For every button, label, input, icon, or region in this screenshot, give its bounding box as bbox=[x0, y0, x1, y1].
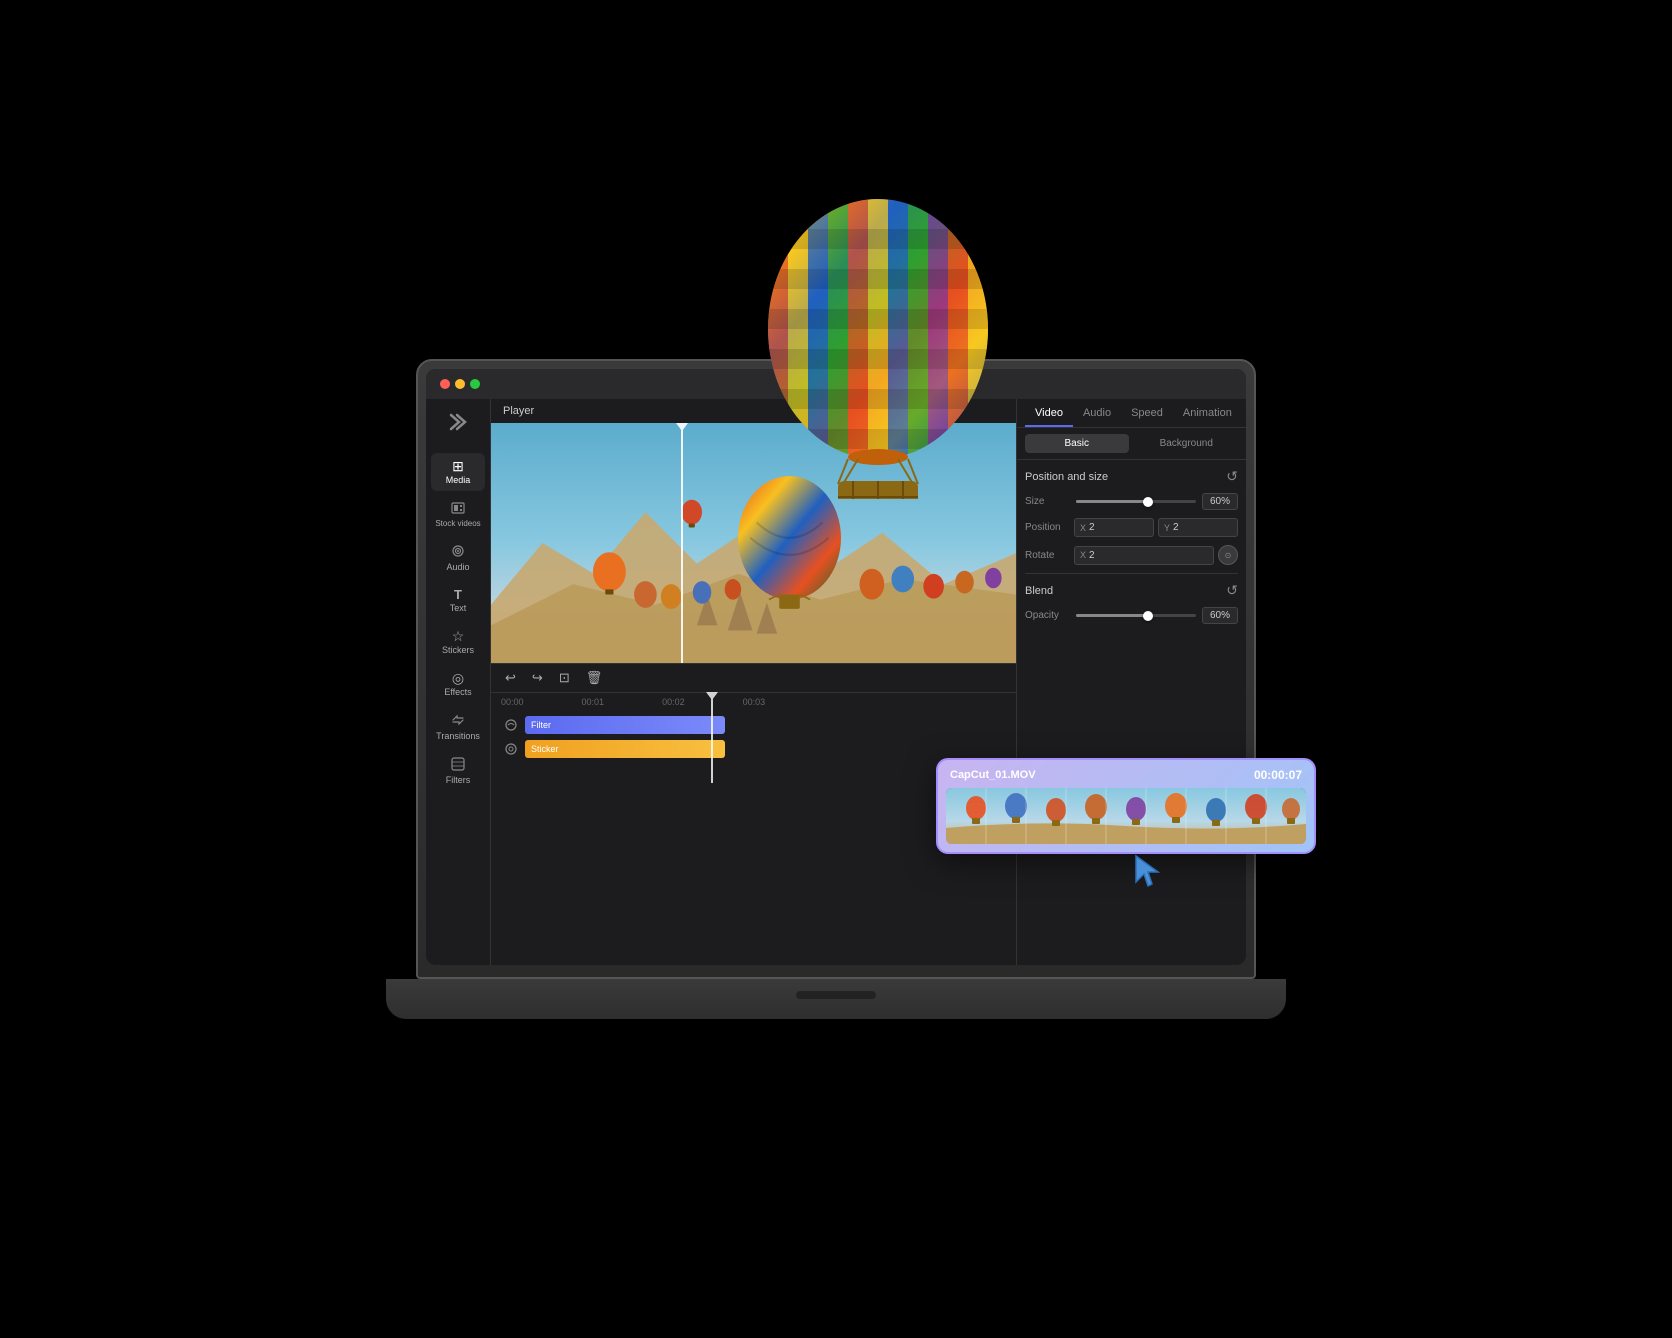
audio-icon bbox=[451, 544, 465, 560]
position-size-section: Position and size ↺ bbox=[1025, 468, 1238, 485]
sticker-track-icon bbox=[501, 739, 521, 759]
stickers-icon: ☆ bbox=[452, 629, 465, 643]
compass-button[interactable]: ⊙ bbox=[1218, 545, 1238, 565]
sidebar-label-media: Media bbox=[446, 475, 471, 485]
sidebar-label-effects: Effects bbox=[444, 687, 471, 697]
panel-subtabs: Basic Background bbox=[1017, 428, 1246, 460]
minimize-button[interactable] bbox=[455, 379, 465, 389]
player-scene bbox=[491, 423, 1016, 663]
sidebar-label-text: Text bbox=[450, 603, 467, 613]
position-size-title: Position and size bbox=[1025, 471, 1108, 483]
sidebar-label-stickers: Stickers bbox=[442, 645, 474, 655]
maximize-button[interactable] bbox=[470, 379, 480, 389]
transitions-icon bbox=[451, 713, 465, 729]
rotate-label: Rotate bbox=[1025, 550, 1070, 561]
timeline-ruler: 00:00 00:01 00:02 00:03 bbox=[491, 693, 1016, 711]
sticker-track-row: Sticker bbox=[501, 739, 1006, 759]
subtab-basic[interactable]: Basic bbox=[1025, 434, 1129, 453]
tab-animation[interactable]: Animation bbox=[1173, 399, 1242, 427]
sticker-track[interactable]: Sticker bbox=[525, 740, 725, 758]
popup-filename: CapCut_01.MOV bbox=[950, 769, 1036, 781]
position-x-field[interactable]: X 2 bbox=[1074, 518, 1154, 537]
text-icon: T bbox=[454, 588, 462, 601]
sidebar-item-stock-videos[interactable]: Stock videos bbox=[431, 495, 485, 534]
popup-filmstrip bbox=[946, 788, 1306, 844]
redo-button[interactable]: ↪ bbox=[528, 668, 547, 688]
opacity-label: Opacity bbox=[1025, 610, 1070, 621]
filter-track-icon bbox=[501, 715, 521, 735]
player-header: Player bbox=[491, 399, 1016, 423]
popup-timestamp: 00:00:07 bbox=[1254, 768, 1302, 782]
effects-icon: ◎ bbox=[452, 671, 464, 685]
media-icon: ⊞ bbox=[452, 459, 464, 473]
opacity-value[interactable]: 60% bbox=[1202, 607, 1238, 624]
timeline-toolbar: ↩ ↪ ⊡ 🗑 bbox=[491, 664, 1016, 693]
popup-card: CapCut_01.MOV 00:00:07 bbox=[936, 758, 1316, 854]
blend-reset[interactable]: ↺ bbox=[1226, 582, 1238, 599]
sidebar-label-audio: Audio bbox=[446, 562, 469, 572]
subtab-background[interactable]: Background bbox=[1135, 434, 1239, 453]
rotate-x-value: 2 bbox=[1089, 550, 1095, 561]
time-marker-2: 00:02 bbox=[662, 697, 685, 707]
filter-track-label: Filter bbox=[531, 720, 551, 730]
filters-icon bbox=[451, 757, 465, 773]
sidebar-item-audio[interactable]: Audio bbox=[431, 538, 485, 578]
position-y-field[interactable]: Y 2 bbox=[1158, 518, 1238, 537]
position-y-value: 2 bbox=[1173, 522, 1179, 533]
tab-audio[interactable]: Audio bbox=[1073, 399, 1121, 427]
popup-header: CapCut_01.MOV 00:00:07 bbox=[946, 768, 1306, 782]
player-title: Player bbox=[503, 405, 534, 417]
sidebar-item-text[interactable]: T Text bbox=[431, 582, 485, 619]
traffic-lights bbox=[440, 379, 480, 389]
time-marker-3: 00:03 bbox=[743, 697, 766, 707]
tab-video[interactable]: Video bbox=[1025, 399, 1073, 427]
sticker-track-label: Sticker bbox=[531, 744, 559, 754]
time-marker-1: 00:01 bbox=[582, 697, 605, 707]
filter-track-row: Filter bbox=[501, 715, 1006, 735]
rotate-x-field[interactable]: X 2 bbox=[1074, 546, 1214, 565]
sidebar-label-stock: Stock videos bbox=[435, 519, 480, 528]
close-button[interactable] bbox=[440, 379, 450, 389]
laptop-notch bbox=[796, 991, 876, 999]
opacity-control: Opacity 60% bbox=[1025, 607, 1238, 624]
position-control: Position X 2 Y 2 bbox=[1025, 518, 1238, 537]
opacity-slider[interactable] bbox=[1076, 614, 1196, 617]
delete-button[interactable]: 🗑 bbox=[582, 668, 607, 688]
tab-speed[interactable]: Speed bbox=[1121, 399, 1173, 427]
split-button[interactable]: ⊡ bbox=[555, 668, 574, 688]
blend-title: Blend bbox=[1025, 585, 1053, 597]
sidebar: ⊞ Media bbox=[426, 399, 491, 965]
panel-tabs: Video Audio Speed Animation bbox=[1017, 399, 1246, 428]
divider-1 bbox=[1025, 573, 1238, 574]
sidebar-item-stickers[interactable]: ☆ Stickers bbox=[431, 623, 485, 661]
size-control: Size 60% bbox=[1025, 493, 1238, 510]
blend-section: Blend ↺ bbox=[1025, 582, 1238, 599]
sidebar-label-filters: Filters bbox=[446, 775, 471, 785]
time-marker-0: 00:00 bbox=[501, 697, 524, 707]
panel-content: Position and size ↺ Size bbox=[1017, 460, 1246, 965]
sidebar-item-media[interactable]: ⊞ Media bbox=[431, 453, 485, 491]
rotate-control: Rotate X 2 ⊙ bbox=[1025, 545, 1238, 565]
size-value[interactable]: 60% bbox=[1202, 493, 1238, 510]
player-view[interactable] bbox=[491, 423, 1016, 663]
laptop-base bbox=[386, 979, 1286, 1019]
stock-videos-icon bbox=[451, 501, 465, 517]
position-label: Position bbox=[1025, 522, 1070, 533]
timeline-tracks: Filter bbox=[491, 711, 1016, 763]
position-x-value: 2 bbox=[1089, 522, 1095, 533]
right-panel: Video Audio Speed Animation bbox=[1016, 399, 1246, 965]
sidebar-item-effects[interactable]: ◎ Effects bbox=[431, 665, 485, 703]
title-bar bbox=[426, 369, 1246, 399]
app-logo bbox=[443, 407, 473, 437]
size-slider[interactable] bbox=[1076, 500, 1196, 503]
sidebar-item-transitions[interactable]: Transitions bbox=[431, 707, 485, 747]
size-label: Size bbox=[1025, 496, 1070, 507]
cursor-arrow bbox=[1134, 854, 1164, 890]
sidebar-label-transitions: Transitions bbox=[436, 731, 480, 741]
filter-track[interactable]: Filter bbox=[525, 716, 725, 734]
undo-button[interactable]: ↩ bbox=[501, 668, 520, 688]
position-size-reset[interactable]: ↺ bbox=[1226, 468, 1238, 485]
sidebar-item-filters[interactable]: Filters bbox=[431, 751, 485, 791]
